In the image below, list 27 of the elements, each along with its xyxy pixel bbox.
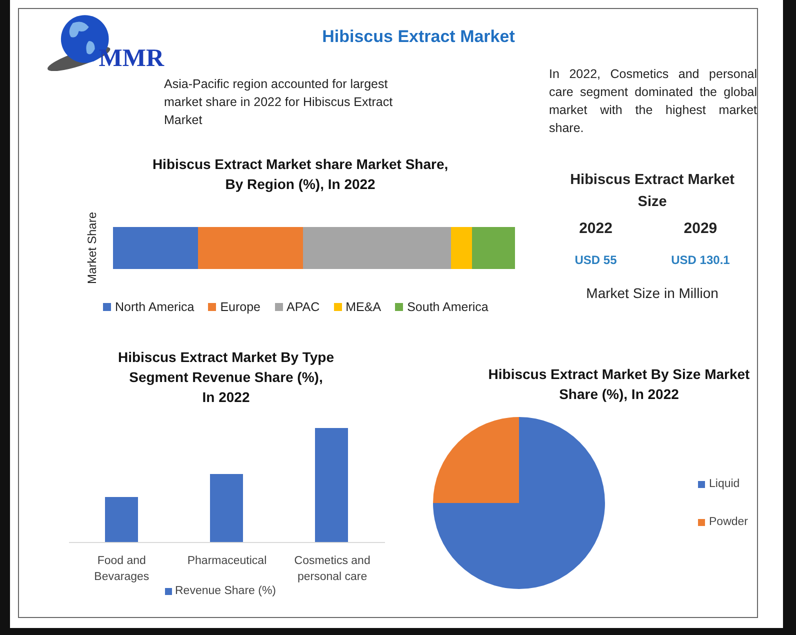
chart-title: Hibiscus Extract Market By Size Market Share (%), In 2022 bbox=[487, 365, 751, 404]
market-size-title: Hibiscus Extract Market Size bbox=[569, 171, 736, 212]
infographic-title: Hibiscus Extract Market bbox=[321, 26, 516, 48]
market-value: USD 130.1 bbox=[671, 253, 730, 267]
market-value: USD 55 bbox=[574, 253, 617, 267]
unit-label: Market Size in Million bbox=[585, 285, 720, 301]
legend-label: Revenue Share (%) bbox=[175, 585, 276, 597]
legend-label: Liquid bbox=[709, 478, 740, 490]
legend-label: APAC bbox=[286, 300, 320, 314]
year-label: 2022 bbox=[579, 220, 612, 237]
category-label: Cosmetics and personal care bbox=[293, 554, 372, 585]
category-label: Food and Bevarages bbox=[93, 554, 150, 585]
legend-label: Europe bbox=[220, 300, 261, 314]
logo-text: MMR bbox=[98, 46, 164, 71]
summary-text: In 2022, Cosmetics and personal care segment dominated the global market with the highest market share. bbox=[549, 66, 757, 137]
bar bbox=[210, 474, 243, 542]
legend-label: North America bbox=[115, 300, 194, 314]
chart-title: Hibiscus Extract Market By Type Segment Revenue Share (%), In 2022 bbox=[116, 348, 336, 407]
legend-label: ME&A bbox=[346, 300, 382, 314]
bar bbox=[105, 497, 138, 542]
year-label: 2029 bbox=[684, 220, 718, 237]
legend-label: South America bbox=[407, 300, 488, 314]
legend-label: Powder bbox=[709, 516, 748, 528]
chart-title: Hibiscus Extract Market share Market Share, By Region (%), In 2022 bbox=[151, 155, 450, 194]
axis-label: Market Share bbox=[85, 212, 99, 284]
summary-text: Asia-Pacific region accounted for largest market share in 2022 for Hibiscus Extract Market bbox=[164, 76, 394, 129]
category-label: Pharmaceutical bbox=[186, 554, 268, 569]
